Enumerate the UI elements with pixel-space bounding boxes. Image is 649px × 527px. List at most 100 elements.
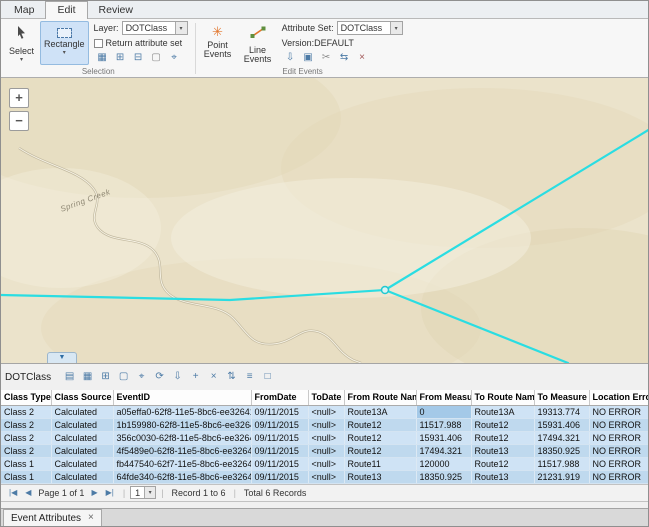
table-cell[interactable]: 09/11/2015 xyxy=(251,457,308,470)
table-row[interactable]: Class 2Calculated1b159980-62f8-11e5-8bc6… xyxy=(1,418,648,431)
table-cell[interactable]: <null> xyxy=(308,405,344,418)
table-cell[interactable]: Class 2 xyxy=(1,405,51,418)
close-icon[interactable]: × xyxy=(88,513,94,523)
table-cell[interactable]: <null> xyxy=(308,470,344,483)
table-cell[interactable]: fb447540-62f7-11e5-8bc6-ee32641d5ec9 xyxy=(113,457,251,470)
table-row[interactable]: Class 2Calculated356c0030-62f8-11e5-8bc6… xyxy=(1,431,648,444)
zoom-to-selection-icon[interactable]: ⌖ xyxy=(133,370,150,384)
table-cell[interactable]: 1b159980-62f8-11e5-8bc6-ee32641d5ec9 xyxy=(113,418,251,431)
table-cell[interactable]: 09/11/2015 xyxy=(251,405,308,418)
layer-dropdown[interactable]: DOTClass ▾ xyxy=(122,21,188,35)
table-cell[interactable]: Route13 xyxy=(471,444,534,457)
show-all-records-icon[interactable]: ▤ xyxy=(61,370,78,384)
table-cell[interactable]: NO ERROR xyxy=(589,418,648,431)
point-events-button[interactable]: ✳ Point Events xyxy=(199,21,237,65)
show-selected-records-icon[interactable]: ▦ xyxy=(79,370,96,384)
column-header[interactable]: From Route Name xyxy=(344,390,416,405)
column-header[interactable]: EventID xyxy=(113,390,251,405)
table-cell[interactable]: Class 2 xyxy=(1,431,51,444)
table-cell[interactable]: NO ERROR xyxy=(589,431,648,444)
table-cell[interactable]: Calculated xyxy=(51,444,113,457)
table-cell[interactable]: NO ERROR xyxy=(589,470,648,483)
table-cell[interactable]: 17494.321 xyxy=(534,431,589,444)
table-cell[interactable]: Calculated xyxy=(51,470,113,483)
chevron-down-icon[interactable]: ▾ xyxy=(144,487,155,498)
column-header[interactable]: FromDate xyxy=(251,390,308,405)
table-cell[interactable]: 11517.988 xyxy=(416,418,471,431)
table-cell[interactable]: 120000 xyxy=(416,457,471,470)
table-cell[interactable]: 15931.406 xyxy=(416,431,471,444)
column-header[interactable]: Class Type xyxy=(1,390,51,405)
chevron-down-icon[interactable]: ▾ xyxy=(175,22,187,34)
column-options-icon[interactable]: ≡ xyxy=(241,370,258,384)
select-all-icon[interactable]: ⊞ xyxy=(97,370,114,384)
line-events-button[interactable]: Line Events xyxy=(239,21,277,65)
map-view[interactable]: Spring Creek + − ▼ xyxy=(1,78,648,363)
table-cell[interactable]: Route12 xyxy=(471,431,534,444)
route-junction-marker[interactable] xyxy=(382,287,389,294)
table-cell[interactable]: 09/11/2015 xyxy=(251,470,308,483)
attribute-set-dropdown[interactable]: DOTClass ▾ xyxy=(337,21,403,35)
table-cell[interactable]: 0 xyxy=(416,405,471,418)
remove-from-selection-icon[interactable]: ⊟ xyxy=(130,51,147,65)
table-cell[interactable]: 09/11/2015 xyxy=(251,444,308,457)
table-cell[interactable]: 18350.925 xyxy=(534,444,589,457)
table-cell[interactable]: 356c0030-62f8-11e5-8bc6-ee32641d5ec9 xyxy=(113,431,251,444)
table-row[interactable]: Class 1Calculatedfb447540-62f7-11e5-8bc6… xyxy=(1,457,648,470)
table-cell[interactable]: Route12 xyxy=(471,457,534,470)
table-cell[interactable]: 19313.774 xyxy=(534,405,589,418)
table-cell[interactable]: Route12 xyxy=(344,418,416,431)
delete-event-icon[interactable]: × xyxy=(354,51,371,65)
table-row[interactable]: Class 2Calculateda05effa0-62f8-11e5-8bc6… xyxy=(1,405,648,418)
add-to-selection-icon[interactable]: ⊞ xyxy=(112,51,129,65)
table-cell[interactable]: Calculated xyxy=(51,431,113,444)
next-page-button[interactable]: ▶ xyxy=(87,488,101,497)
clear-selection-icon[interactable]: ▢ xyxy=(148,51,165,65)
table-cell[interactable]: 15931.406 xyxy=(534,418,589,431)
refresh-icon[interactable]: ⟳ xyxy=(151,370,168,384)
table-cell[interactable]: <null> xyxy=(308,457,344,470)
table-cell[interactable]: Route13 xyxy=(344,470,416,483)
table-cell[interactable]: Class 2 xyxy=(1,418,51,431)
table-cell[interactable]: Class 1 xyxy=(1,457,51,470)
table-cell[interactable]: <null> xyxy=(308,444,344,457)
column-header[interactable]: From Measure xyxy=(416,390,471,405)
merge-events-icon[interactable]: ⇆ xyxy=(336,51,353,65)
table-cell[interactable]: Route12 xyxy=(344,444,416,457)
tab-review[interactable]: Review xyxy=(88,2,144,18)
expand-panel-icon[interactable]: □ xyxy=(259,370,276,384)
table-cell[interactable]: 09/11/2015 xyxy=(251,418,308,431)
select-button[interactable]: Select ▾ xyxy=(5,21,38,65)
table-cell[interactable]: Class 1 xyxy=(1,470,51,483)
table-cell[interactable]: <null> xyxy=(308,418,344,431)
select-features-icon[interactable]: ▦ xyxy=(94,51,111,65)
table-cell[interactable]: 09/11/2015 xyxy=(251,431,308,444)
table-row[interactable]: Class 1Calculated64fde340-62f8-11e5-8bc6… xyxy=(1,470,648,483)
table-cell[interactable]: 64fde340-62f8-11e5-8bc6-ee32641d5ec9 xyxy=(113,470,251,483)
save-edits-icon[interactable]: ⇩ xyxy=(282,51,299,65)
chevron-down-icon[interactable]: ▾ xyxy=(390,22,402,34)
column-header[interactable]: To Route Name xyxy=(471,390,534,405)
table-cell[interactable]: Calculated xyxy=(51,457,113,470)
panel-collapse-button[interactable]: ▼ xyxy=(47,352,77,363)
split-event-icon[interactable]: ✂ xyxy=(318,51,335,65)
zoom-out-button[interactable]: − xyxy=(9,111,29,131)
sort-icon[interactable]: ⇅ xyxy=(223,370,240,384)
delete-record-icon[interactable]: × xyxy=(205,370,222,384)
table-row[interactable]: Class 2Calculated4f5489e0-62f8-11e5-8bc6… xyxy=(1,444,648,457)
table-cell[interactable]: Route12 xyxy=(471,418,534,431)
clear-selection-icon[interactable]: ▢ xyxy=(115,370,132,384)
table-cell[interactable]: 18350.925 xyxy=(416,470,471,483)
table-cell[interactable]: a05effa0-62f8-11e5-8bc6-ee32641d5ec9 xyxy=(113,405,251,418)
table-cell[interactable]: 4f5489e0-62f8-11e5-8bc6-ee32641d5ec9 xyxy=(113,444,251,457)
table-cell[interactable]: 21231.919 xyxy=(534,470,589,483)
table-cell[interactable]: Class 2 xyxy=(1,444,51,457)
event-attributes-tab[interactable]: Event Attributes × xyxy=(3,509,102,526)
save-icon[interactable]: ⇩ xyxy=(169,370,186,384)
table-cell[interactable]: Route11 xyxy=(344,457,416,470)
table-cell[interactable]: Route13A xyxy=(344,405,416,418)
last-page-button[interactable]: ▶| xyxy=(102,488,118,497)
page-number-dropdown[interactable]: 1 ▾ xyxy=(130,486,156,499)
previous-page-button[interactable]: ◀ xyxy=(21,488,35,497)
table-cell[interactable]: NO ERROR xyxy=(589,457,648,470)
